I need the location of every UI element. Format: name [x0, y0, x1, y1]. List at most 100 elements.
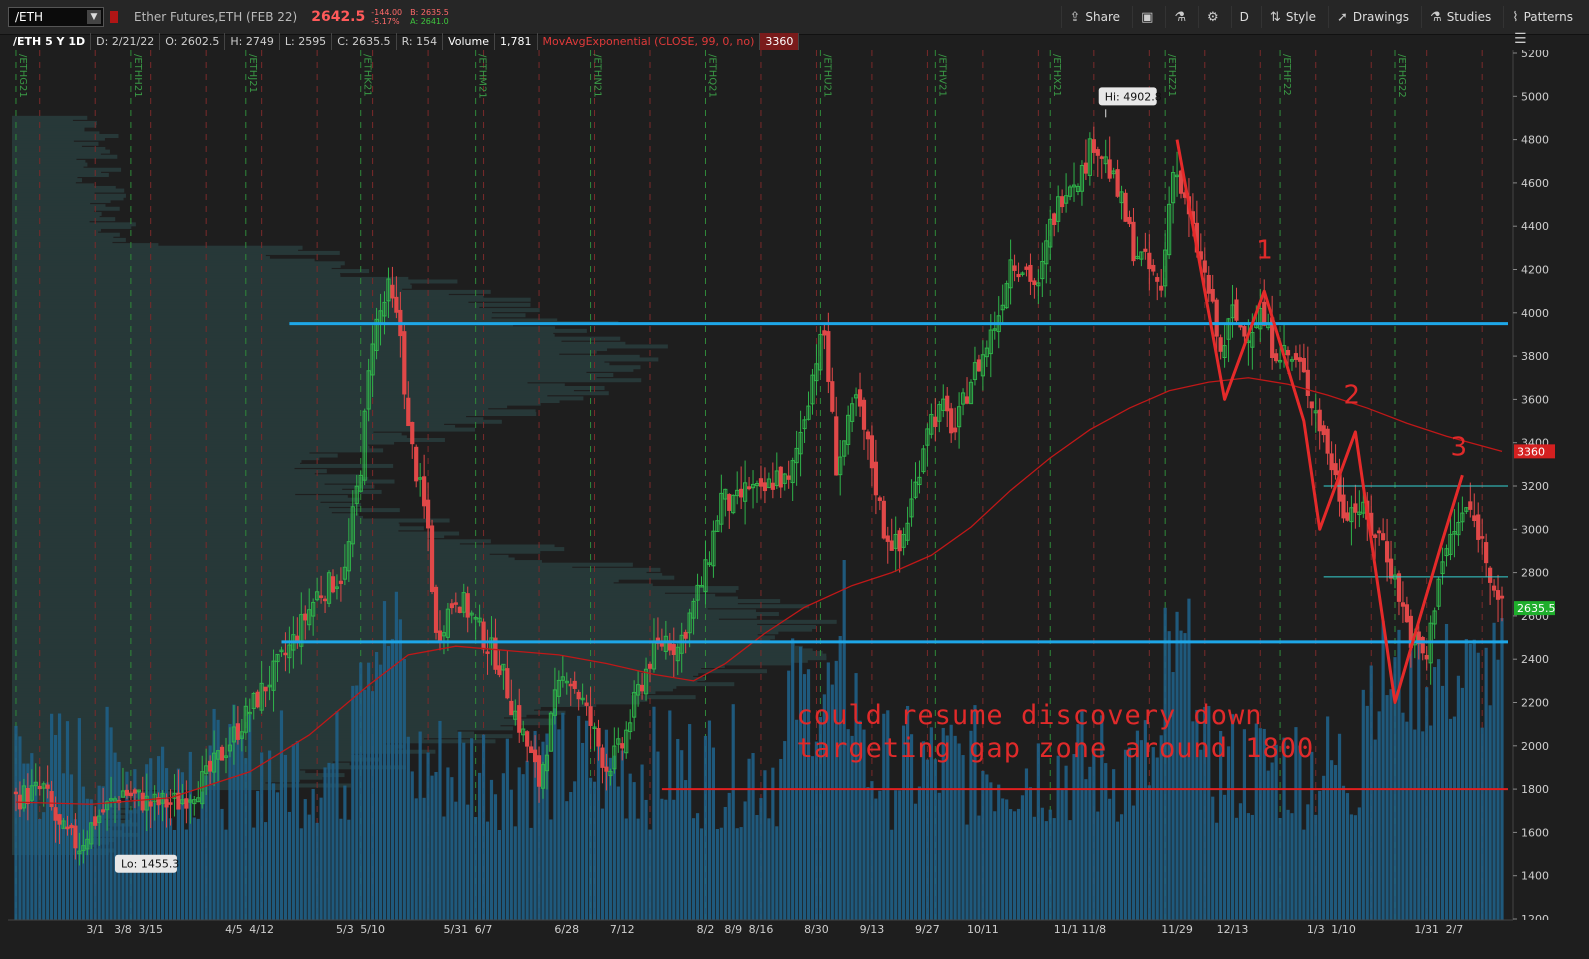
patterns-icon: ⌇	[1512, 9, 1519, 25]
volume-bar	[450, 777, 454, 920]
candle-body	[1491, 585, 1497, 591]
studies-button[interactable]: ⚗ Studies	[1421, 6, 1499, 28]
volume-bar	[747, 758, 751, 920]
alert-icon[interactable]	[110, 11, 118, 23]
y-tick-label: 4600	[1521, 177, 1549, 190]
volume-bar	[315, 822, 319, 920]
volume-bar	[965, 824, 969, 920]
share-button[interactable]: ⇪ Share	[1060, 6, 1129, 28]
volume-bar	[1020, 795, 1025, 920]
settings-button[interactable]: ⚙	[1198, 6, 1227, 28]
candle-body	[1396, 573, 1402, 602]
candle-body	[57, 814, 62, 825]
candle-body	[1317, 409, 1322, 432]
candle-body	[1476, 514, 1481, 540]
volume-bar	[184, 829, 188, 920]
candle-body	[671, 644, 676, 656]
volume-bar	[838, 636, 842, 920]
candle-body	[1468, 501, 1473, 510]
volume-bar	[703, 735, 708, 920]
volume-bar	[1155, 757, 1159, 920]
hi-label: Hi: 4902.8	[1105, 90, 1162, 103]
volume-bar	[1298, 745, 1302, 920]
volume-bar	[1028, 787, 1033, 920]
volume-bar	[493, 794, 498, 920]
volume-bar	[779, 758, 783, 920]
candle-body	[897, 530, 902, 552]
bar-close: C: 2635.5	[332, 33, 397, 50]
change-percent: -5.17%	[371, 17, 400, 26]
volume-bar	[680, 750, 684, 920]
y-tick-label: 4400	[1521, 220, 1549, 233]
candle-body	[517, 705, 522, 733]
volume-bar	[632, 782, 636, 920]
x-tick-label: 3/8	[114, 923, 132, 936]
volume-bar	[1048, 809, 1052, 920]
volume-bar	[1310, 751, 1314, 920]
volume-bar	[652, 706, 656, 920]
volume-bar	[386, 646, 391, 920]
candle-body	[1099, 156, 1104, 159]
candle-body	[45, 784, 50, 789]
flask-button[interactable]: ⚗	[1165, 6, 1194, 28]
grid-button[interactable]: ▣	[1132, 6, 1161, 28]
volume-bar	[1127, 747, 1132, 920]
y-tick-label: 5000	[1521, 90, 1549, 103]
candle-body	[869, 435, 875, 469]
volume-bar	[763, 770, 767, 920]
y-tick-label: 3000	[1521, 523, 1549, 536]
style-button[interactable]: ⇅ Style	[1260, 6, 1324, 28]
candle-body	[857, 389, 863, 407]
y-tick-label: 1600	[1521, 826, 1549, 839]
volume-bar	[727, 792, 731, 920]
candle-body	[1480, 536, 1485, 539]
y-tick-label: 4200	[1521, 264, 1549, 277]
volume-bar	[1472, 639, 1476, 920]
chart-settings-icon[interactable]: ☰	[1514, 31, 1527, 47]
volume-bar	[18, 736, 22, 920]
candle-body	[596, 727, 601, 747]
volume-bar	[553, 708, 557, 920]
volume-bar	[446, 767, 450, 920]
candle-body	[576, 691, 581, 700]
candle-body	[758, 478, 764, 487]
candle-body	[532, 749, 538, 763]
volume-bar	[1389, 689, 1393, 920]
volume-bar	[1488, 705, 1492, 920]
volume-bar	[38, 819, 42, 920]
volume-bar	[303, 799, 307, 920]
volume-bar	[390, 638, 395, 920]
volume-bar	[513, 826, 517, 920]
volume-bar	[529, 827, 533, 920]
volume-bar	[1278, 817, 1282, 920]
drawings-button[interactable]: ➚ Drawings	[1327, 6, 1417, 28]
volume-bar	[1397, 629, 1401, 920]
candle-body	[49, 791, 54, 807]
y-tick-label: 3200	[1521, 480, 1549, 493]
candle-body	[1400, 602, 1406, 607]
volume-bar	[485, 821, 490, 920]
volume-bar	[577, 715, 581, 920]
chart-symbol[interactable]: /ETH 5 Y 1D	[8, 33, 92, 50]
volume-bar	[200, 791, 204, 920]
x-tick-label: 8/9	[724, 923, 742, 936]
volume-bar	[1484, 647, 1488, 920]
net-change: -144.00 -5.17%	[371, 8, 402, 26]
symbol-input[interactable]: /ETH ▼	[8, 7, 104, 27]
candle-body	[1495, 590, 1501, 600]
volume-bar	[1012, 811, 1017, 920]
volume-label[interactable]: Volume	[443, 33, 495, 50]
volume-bar	[271, 783, 276, 920]
volume-bar	[878, 790, 882, 920]
volume-bar	[275, 792, 280, 920]
patterns-button[interactable]: ⌇ Patterns	[1503, 6, 1581, 28]
chevron-down-icon[interactable]: ▼	[87, 10, 101, 24]
aggregation-button[interactable]: D	[1230, 6, 1257, 28]
volume-bar	[648, 829, 652, 920]
x-tick-label: 8/2	[697, 923, 715, 936]
y-tick-label: 5200	[1521, 50, 1549, 60]
study-label[interactable]: MovAvgExponential (CLOSE, 99, 0, no)	[538, 33, 761, 50]
price-chart[interactable]: /ETHG21/ETHH21/ETHJ21/ETHK21/ETHM21/ETHN…	[8, 50, 1580, 938]
volume-bar	[624, 818, 628, 920]
y-tick-label: 2400	[1521, 653, 1549, 666]
